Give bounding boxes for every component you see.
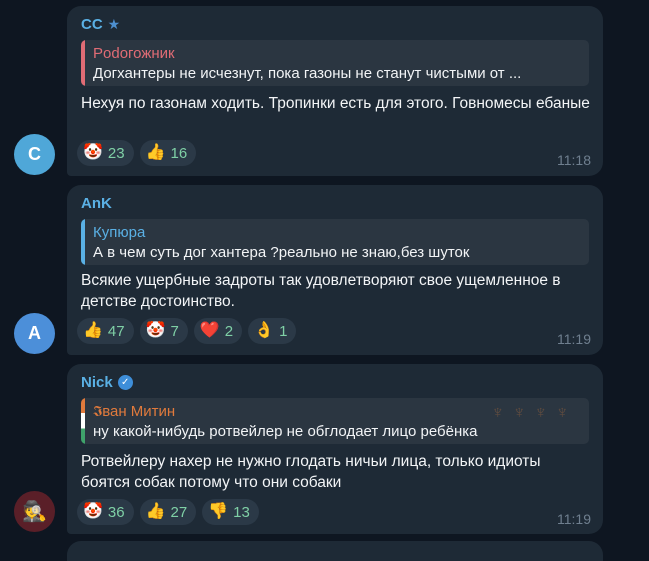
star-icon: ★ [107,16,121,32]
reaction-count: 7 [170,322,179,340]
message-text: Нехуя по газонам ходить. Тропинки есть д… [81,95,590,112]
message-bubble[interactable]: Nick ✓ 𝕴ван Митин ну какой-нибудь ротвей… [67,364,603,534]
reply-author: Podoгожник [93,45,175,62]
reply-preview[interactable]: Podoгожник Догхантеры не исчезнут, пока … [81,40,589,86]
clown-icon: 🤡 [83,144,103,161]
reactions: 🤡 23 👍 16 [77,140,197,166]
reaction-thumbs-up[interactable]: 👍 27 [139,499,197,525]
avatar[interactable]: 🕵 [14,491,55,532]
reply-bar [81,40,85,86]
reply-author: 𝕴ван Митин [93,403,176,420]
reaction-count: 23 [107,144,125,162]
reaction-clown[interactable]: 🤡 7 [139,318,188,344]
avatar[interactable]: A [14,313,55,354]
reactions: 👍 47 🤡 7 ❤️ 2 👌 1 [77,318,297,344]
reaction-count: 13 [233,503,250,521]
clown-icon: 🤡 [145,322,166,339]
reaction-count: 2 [224,322,234,340]
reaction-clown[interactable]: 🤡 36 [77,499,134,525]
clown-icon: 🤡 [83,503,103,520]
thumbs-up-icon: 👍 [145,144,166,161]
reply-bar [81,398,85,444]
message-bubble[interactable]: CC ★ Podoгожник Догхантеры не исчезнут, … [67,6,603,176]
verified-icon: ✓ [117,375,133,390]
avatar[interactable]: C [14,134,55,175]
reaction-count: 47 [107,322,125,340]
sender-name[interactable]: CC ★ [81,16,120,33]
thumbs-down-icon: 👎 [208,503,229,520]
reply-text: Догхантеры не исчезнут, пока газоны не с… [93,65,522,82]
reaction-thumbs-up[interactable]: 👍 47 [77,318,134,344]
timestamp: 11:18 [557,152,591,168]
reaction-clown[interactable]: 🤡 23 [77,140,134,166]
reaction-count: 1 [279,322,288,340]
reaction-heart[interactable]: ❤️ 2 [193,318,243,344]
message-text: Всякие ущербные задроты так удовлетворяю… [81,272,561,310]
message-bubble[interactable] [67,541,603,561]
reply-text: А в чем суть дог хантера ?реально не зна… [93,244,470,261]
reaction-thumbs-down[interactable]: 👎 13 [202,499,259,525]
sender-name[interactable]: AnK [81,195,112,212]
reaction-count: 27 [170,503,188,521]
hat-person-icon: 🕵 [22,501,47,523]
reaction-count: 36 [107,503,125,521]
thumbs-up-icon: 👍 [145,503,166,520]
reply-preview[interactable]: 𝕴ван Митин ну какой-нибудь ротвейлер не … [81,398,589,444]
reactions: 🤡 36 👍 27 👎 13 [77,499,259,525]
timestamp: 11:19 [557,331,591,347]
message-bubble[interactable]: AnK Купюра А в чем суть дог хантера ?реа… [67,185,603,355]
timestamp: 11:19 [557,511,591,527]
reply-preview[interactable]: Купюра А в чем суть дог хантера ?реально… [81,219,589,265]
thumbs-up-icon: 👍 [83,322,103,339]
reply-pattern: ♆♆♆♆ [491,402,577,422]
heart-icon: ❤️ [199,322,220,339]
message-text: Ротвейлеру нахер не нужно глодать ничьи … [81,453,541,491]
reply-bar [81,219,85,265]
reply-author: Купюра [93,224,146,241]
sender-name[interactable]: Nick ✓ [81,374,133,391]
ok-hand-icon: 👌 [254,322,275,339]
reaction-thumbs-up[interactable]: 👍 16 [139,140,197,166]
reply-text: ну какой-нибудь ротвейлер не обглодает л… [93,423,478,440]
reaction-ok-hand[interactable]: 👌 1 [248,318,297,344]
reaction-count: 16 [170,144,188,162]
